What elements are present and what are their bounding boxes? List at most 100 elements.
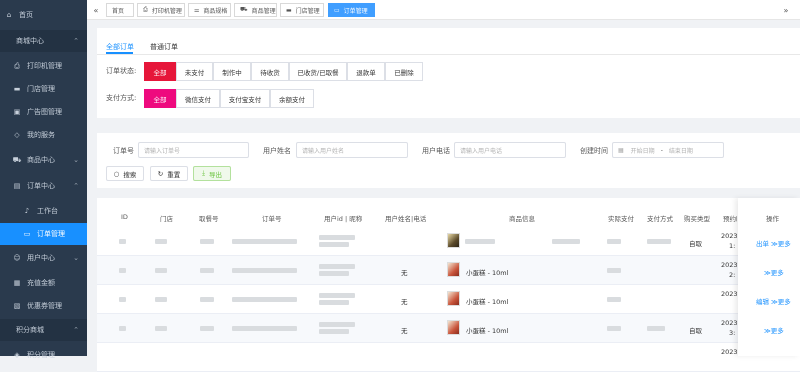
order-icon: ▤ [13,182,21,190]
sidebar-item-order-center[interactable]: ▤ 订单中心 ⌃ [0,175,87,197]
service-icon: ◇ [14,131,20,139]
sidebar-group-points-mall[interactable]: 积分商城 ⌃ [0,319,87,341]
scroll-right-icon[interactable]: » [779,3,793,17]
calendar-icon: ▦ [618,146,624,154]
order-no-label: 订单号 [113,147,134,155]
chevron-down-icon: ⌄ [73,156,79,164]
table-row[interactable]: 无 小蛋糕 - 10ml 2023 2: [97,256,800,285]
tab-goods[interactable]: ⛟ 商品管理 [234,3,277,17]
home-icon: ⌂ [6,11,12,19]
sidebar-item-points[interactable]: ◈ 积分管理 [0,344,87,366]
chevron-down-icon: ⌄ [73,254,79,262]
edit-link[interactable]: 编辑 [756,296,769,306]
tab-all-orders[interactable]: 全部订单 [106,42,134,52]
list-icon: ▭ [23,230,31,238]
product-thumbnail [447,320,460,335]
status-option-making[interactable]: 制作中 [213,62,251,81]
table-row[interactable]: 自取 2023 1: [97,227,800,256]
printer-icon: ⎙ [14,61,20,70]
image-icon: ▣ [13,108,21,116]
order-no-input[interactable]: 请输入订单号 [138,142,249,158]
status-option-refund[interactable]: 退款单 [347,62,385,81]
column-header-id: ID [121,213,128,221]
sidebar-item-recharge[interactable]: ▦ 充值金额 [0,272,87,294]
cart-icon: ⛟ [240,6,248,13]
sidebar-item-printer[interactable]: ⎙ 打印机管理 [0,55,87,77]
pay-option-alipay[interactable]: 支付宝支付 [220,89,270,108]
store-icon: ▬ [13,85,21,93]
sidebar-item-workbench[interactable]: ♪ 工作台 [0,200,87,222]
coupon-icon: ▧ [13,302,21,310]
phone-input[interactable]: 请输入用户电话 [454,142,566,158]
status-option-all[interactable]: 全部 [144,62,176,81]
table-row[interactable]: 无 小蛋糕 - 10ml 2023 [97,285,800,314]
chevron-up-icon: ⌃ [73,326,79,334]
table-row[interactable]: 无 小蛋糕 - 10ml 自取 2023 3: [97,314,800,343]
sidebar-item-services[interactable]: ◇ 我的服务 [0,124,87,146]
tab-goods-spec[interactable]: ⚌ 商品规格 [188,3,231,17]
tab-printer[interactable]: ⎙ 打印机管理 [137,3,185,17]
list-icon: ▭ [334,6,340,14]
search-icon: ○ [113,169,120,178]
sidebar-item-user-center[interactable]: ☺ 用户中心 ⌄ [0,247,87,269]
tab-store[interactable]: ▬ 门店管理 [280,3,324,17]
product-thumbnail [447,262,460,277]
product-thumbnail [447,233,460,248]
user-name-label: 用户姓名 [263,147,291,155]
pay-option-balance[interactable]: 余额支付 [270,89,314,108]
column-header-pay-method: 支付方式 [647,215,673,223]
more-link[interactable]: ≫更多 [771,296,791,306]
column-header-reserve-time: 预约时 [723,215,737,223]
more-link[interactable]: ≫更多 [764,325,784,335]
pay-method-label: 支付方式: [106,94,137,102]
download-icon: ⤓ [202,169,205,177]
sidebar-item-ads[interactable]: ▣ 广告图管理 [0,101,87,123]
spec-icon: ⚌ [194,6,200,14]
pay-option-wechat[interactable]: 微信支付 [176,89,220,108]
printer-icon: ⎙ [143,6,148,13]
cart-icon: ⛟ [12,155,22,164]
column-header-paid: 实际支付 [608,215,634,223]
refresh-icon: ↻ [157,169,164,178]
recharge-icon: ▦ [13,279,21,287]
product-thumbnail [447,291,460,306]
operations-column: 操作 出单 ≫更多 ≫更多 编辑 ≫更多 ≫更多 [738,198,800,356]
reset-button[interactable]: ↻ 重置 [150,166,188,181]
more-link[interactable]: ≫更多 [771,238,791,248]
column-header-buy-type: 购买类型 [684,215,710,223]
sidebar-item-coupons[interactable]: ▧ 优惠券管理 [0,295,87,317]
print-order-link[interactable]: 出单 [756,238,769,248]
status-option-unpaid[interactable]: 未支付 [176,62,213,81]
sidebar-item-order-management[interactable]: ▭ 订单管理 [0,223,87,245]
bell-icon: ♪ [24,207,30,215]
user-icon: ☺ [13,254,21,262]
status-option-received[interactable]: 已收货/已取餐 [289,62,347,81]
column-header-pickup-no: 取餐号 [199,215,219,223]
created-time-label: 创建时间 [580,147,608,155]
tab-normal-orders[interactable]: 普通订单 [150,42,178,52]
sidebar-item-home[interactable]: ⌂ 首页 [0,4,87,26]
status-option-to-receive[interactable]: 待收货 [251,62,289,81]
tab-home[interactable]: 首页 [106,3,134,17]
more-link[interactable]: ≫更多 [764,267,784,277]
pay-option-all[interactable]: 全部 [144,89,176,108]
column-header-order-no: 订单号 [262,215,282,223]
sidebar-item-store[interactable]: ▬ 门店管理 [0,78,87,100]
phone-label: 用户电话 [422,147,450,155]
table-row[interactable]: 2023 [97,343,800,372]
tab-order-management[interactable]: ▭ 订单管理 [328,3,375,17]
column-header-store: 门店 [160,215,173,223]
chevron-up-icon: ⌃ [73,182,79,190]
sidebar-group-mall-center[interactable]: 商城中心 ⌃ [0,30,87,52]
column-header-product: 商品信息 [509,215,535,223]
chevron-up-icon: ⌃ [73,37,79,45]
user-name-input[interactable]: 请输入用户姓名 [296,142,408,158]
sidebar-item-goods-center[interactable]: ⛟ 商品中心 ⌄ [0,149,87,171]
export-button[interactable]: ⤓ 导出 [193,166,231,181]
search-button[interactable]: ○ 搜索 [106,166,144,181]
scroll-left-icon[interactable]: « [89,3,103,17]
status-option-deleted[interactable]: 已删除 [385,62,423,81]
order-status-label: 订单状态: [106,67,137,75]
column-header-user-name: 用户姓名|电话 [385,215,427,223]
date-range-input[interactable]: ▦ 开始日期 - 结束日期 [612,142,724,158]
